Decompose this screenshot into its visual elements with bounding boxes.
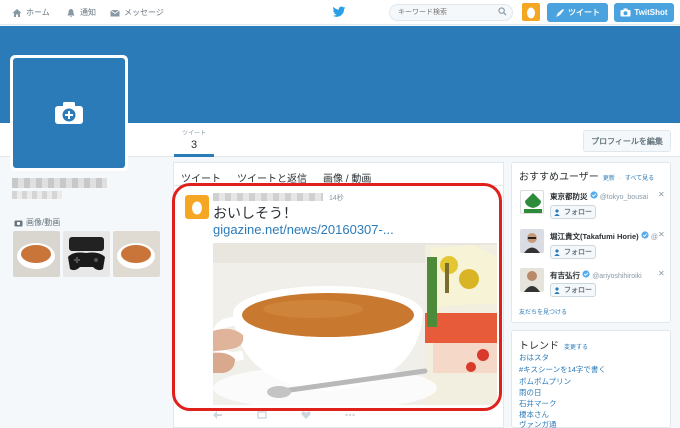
suggested-user-handle: @: [650, 234, 658, 241]
suggested-user-name[interactable]: 有吉弘行 @ariyoshihiroiki: [550, 270, 642, 281]
suggested-user-name[interactable]: 堀江貴文(Takafumi Horie) @: [550, 231, 658, 242]
tweet-timestamp[interactable]: 14秒: [329, 193, 344, 203]
tweet-link[interactable]: gigazine.net/news/20160307-...: [213, 222, 394, 237]
media-section-label: 画像/動画: [26, 218, 61, 227]
profile-photo-placeholder: [13, 58, 125, 168]
tweet-image[interactable]: [213, 243, 497, 405]
add-photo-icon: [55, 102, 83, 124]
suggested-user-avatar[interactable]: [520, 229, 544, 253]
tweet-actions: [213, 411, 355, 419]
home-icon: [12, 8, 22, 17]
verified-icon: [641, 231, 649, 239]
search-input[interactable]: [389, 4, 513, 21]
camera-icon: [14, 220, 23, 226]
verified-icon: [589, 191, 598, 199]
blurred-username: [12, 191, 62, 199]
tweet-author-blurred[interactable]: [213, 193, 323, 201]
suggested-user-handle: @tokyo_bousai: [599, 194, 649, 201]
envelope-icon: [110, 9, 120, 16]
trends-title: トレンド: [519, 341, 559, 352]
quill-icon: [556, 8, 564, 17]
reply-icon[interactable]: [213, 411, 223, 419]
edit-profile-button[interactable]: プロフィールを編集: [583, 130, 671, 152]
nav-notifications[interactable]: 通知: [66, 0, 96, 25]
camera-icon: [620, 8, 631, 17]
suggested-users-refresh[interactable]: 更新: [603, 173, 615, 182]
trend-item[interactable]: ヴァンガ通: [519, 419, 557, 428]
compose-tweet-button[interactable]: ツイート: [547, 3, 608, 22]
trend-item[interactable]: おはスタ: [519, 352, 549, 363]
twitshot-button[interactable]: TwitShot: [614, 3, 674, 22]
bell-icon: [67, 8, 75, 17]
more-icon[interactable]: [345, 411, 355, 419]
suggested-user-name[interactable]: 東京都防災 @tokyo_bousai: [550, 191, 648, 202]
verified-icon: [582, 270, 590, 278]
follow-person-icon: [554, 208, 560, 216]
profile-photo[interactable]: [10, 55, 128, 171]
trend-item[interactable]: 石井マーク: [519, 398, 557, 409]
suggested-users-header: おすすめユーザー 更新 · すべて見る: [519, 168, 654, 183]
follow-person-icon: [554, 248, 560, 256]
trends-header: トレンド 変更する: [519, 337, 588, 352]
nav-messages-label: メッセージ: [124, 8, 164, 17]
compose-tweet-label: ツイート: [568, 8, 600, 17]
twitshot-label: TwitShot: [634, 8, 668, 17]
media-thumbnail[interactable]: [113, 231, 160, 277]
egg-icon: [527, 7, 535, 18]
suggested-users-title: おすすめユーザー: [519, 172, 599, 183]
tweet-count-stat[interactable]: ツイート 3: [174, 128, 214, 151]
dismiss-suggestion-icon[interactable]: ✕: [658, 190, 665, 199]
media-section-link[interactable]: 画像/動画: [14, 217, 60, 228]
blurred-display-name: [12, 178, 107, 188]
account-avatar[interactable]: [522, 3, 540, 21]
suggested-user-avatar[interactable]: [520, 190, 544, 214]
tweet-avatar[interactable]: [185, 195, 209, 219]
follow-button[interactable]: フォロー: [550, 205, 596, 219]
suggested-user-avatar[interactable]: [520, 268, 544, 292]
juice-carton: [425, 245, 497, 405]
media-thumbnail[interactable]: [63, 231, 110, 277]
nav-home-label: ホーム: [26, 8, 50, 17]
trends-change-link[interactable]: 変更する: [564, 342, 588, 351]
trend-item[interactable]: ポムポムプリン: [519, 376, 571, 387]
nav-messages[interactable]: メッセージ: [110, 0, 164, 25]
find-friends-link[interactable]: 友だちを見つける: [519, 307, 567, 316]
media-thumbnail[interactable]: [13, 231, 60, 277]
tweet-count-value: 3: [190, 139, 198, 151]
nav-notifications-label: 通知: [80, 8, 96, 17]
twitter-bird-icon[interactable]: [332, 5, 346, 19]
suggested-user-handle: @ariyoshihiroiki: [592, 273, 642, 280]
search-icon[interactable]: [498, 7, 507, 16]
follow-button[interactable]: フォロー: [550, 245, 596, 259]
dismiss-suggestion-icon[interactable]: ✕: [658, 230, 665, 239]
tweet-text: おいしそう！: [213, 205, 297, 221]
follow-person-icon: [554, 286, 560, 294]
follow-button[interactable]: フォロー: [550, 283, 596, 297]
like-icon[interactable]: [301, 411, 311, 419]
dismiss-suggestion-icon[interactable]: ✕: [658, 269, 665, 278]
trend-item[interactable]: #キスシーンを14字で書く: [519, 364, 606, 375]
tabs-divider: [174, 185, 503, 186]
trend-item[interactable]: 雨の日: [519, 387, 542, 398]
nav-home[interactable]: ホーム: [12, 0, 50, 25]
tweet-count-label: ツイート: [181, 131, 206, 137]
retweet-icon[interactable]: [257, 411, 267, 419]
egg-icon: [192, 201, 202, 215]
suggested-users-see-all[interactable]: すべて見る: [625, 173, 654, 182]
active-stat-underline: [174, 154, 214, 157]
